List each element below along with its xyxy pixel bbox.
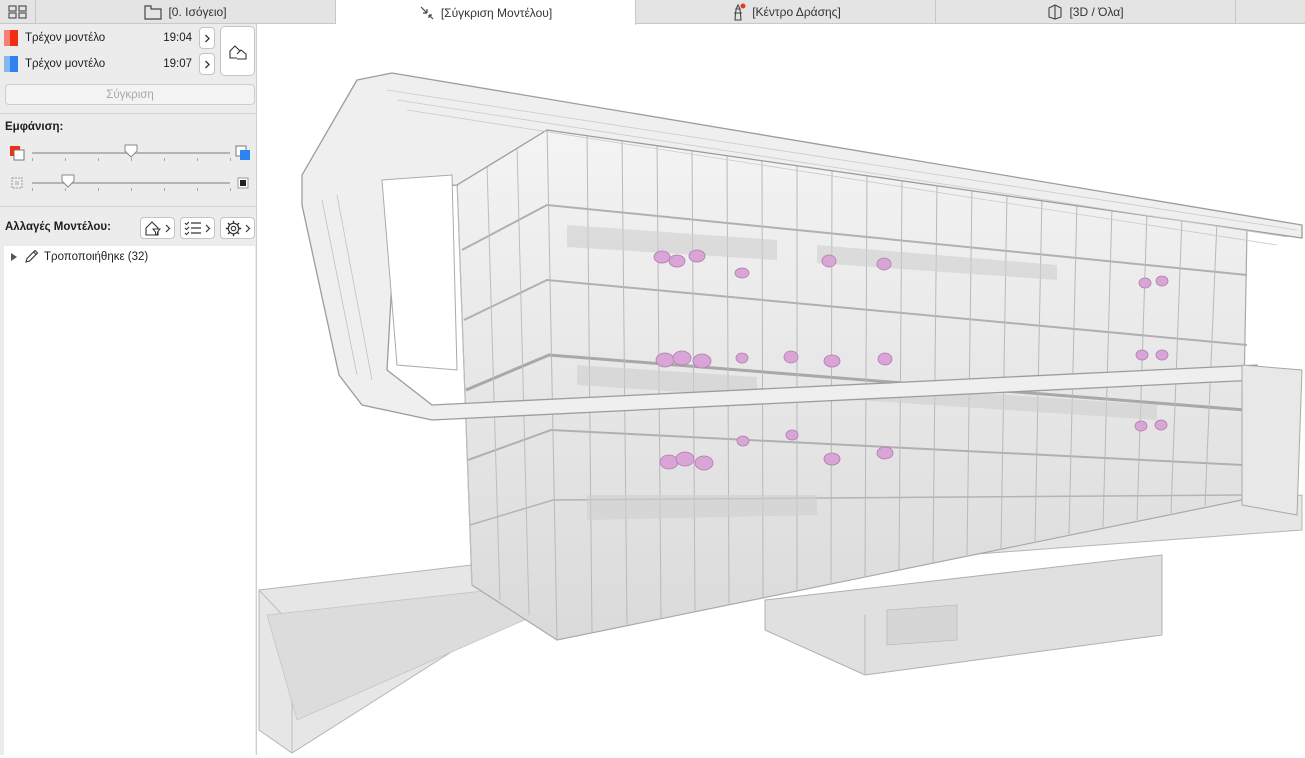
- divider: [0, 206, 257, 207]
- funnel-house-icon: [145, 221, 162, 236]
- building-model-render: [258, 72, 1303, 754]
- slider-tick: [131, 158, 132, 161]
- tab-floor-plan[interactable]: [0. Ισόγειο]: [36, 0, 336, 24]
- slider-tick: [98, 188, 99, 191]
- swap-houses-icon: [228, 45, 247, 60]
- color-mix-slider[interactable]: [9, 144, 253, 164]
- slider-tick: [230, 188, 231, 191]
- change-list-button[interactable]: [180, 217, 215, 239]
- slider-tick: [131, 188, 132, 191]
- model-color-swatch: [4, 30, 18, 46]
- chevron-right-icon: [205, 224, 211, 232]
- model-time: 19:07: [163, 58, 192, 70]
- tab-label: [0. Ισόγειο]: [168, 5, 227, 19]
- display-label: Εμφάνιση:: [5, 121, 64, 133]
- checklist-icon: [184, 221, 201, 236]
- tab-bar: [0. Ισόγειο] [Σύγκριση Μοντέλου] [Κέντρο…: [0, 0, 1305, 25]
- model-row-current: Τρέχον μοντέλο 19:07: [4, 53, 218, 75]
- model-row-previous: Τρέχον μοντέλο 19:04: [4, 27, 218, 49]
- transparent-square-icon: [11, 177, 23, 189]
- model-name: Τρέχον μοντέλο: [25, 32, 106, 44]
- select-model-button[interactable]: [199, 53, 215, 75]
- chevron-right-icon: [165, 224, 171, 232]
- pencil-icon: [25, 249, 39, 263]
- swatch-dark: [10, 30, 18, 46]
- swap-models-button[interactable]: [220, 26, 255, 76]
- slider-tick: [197, 188, 198, 191]
- opacity-slider[interactable]: [9, 174, 253, 194]
- floor-plan-icon: [144, 5, 163, 20]
- tab-label: [Κέντρο Δράσης]: [752, 5, 841, 19]
- disclosure-triangle-icon[interactable]: [10, 252, 18, 262]
- 3d-viewport[interactable]: [257, 25, 1305, 755]
- filter-elements-button[interactable]: [140, 217, 175, 239]
- slider-tick: [65, 158, 66, 161]
- slider-tick: [32, 188, 33, 191]
- model-compare-panel: Τρέχον μοντέλο 19:04 Τρέχον μοντέλο 19:0…: [0, 24, 257, 755]
- model-name: Τρέχον μοντέλο: [25, 58, 106, 70]
- compare-button[interactable]: Σύγκριση: [5, 84, 255, 105]
- slider-tick: [65, 188, 66, 191]
- tree-item-modified[interactable]: Τροποποιήθηκε (32): [10, 249, 148, 265]
- chevron-right-icon: [204, 34, 210, 42]
- slider-tick: [164, 158, 165, 161]
- slider-tick: [230, 158, 231, 161]
- tab-label: [3D / Όλα]: [1069, 5, 1124, 19]
- model-color-swatch: [4, 56, 18, 72]
- tab-3d-all[interactable]: [3D / Όλα]: [936, 0, 1236, 24]
- 3d-box-icon: [1048, 4, 1063, 20]
- slider-tick: [164, 188, 165, 191]
- tab-label: [Σύγκριση Μοντέλου]: [440, 5, 553, 20]
- tab-model-compare[interactable]: [Σύγκριση Μοντέλου]: [336, 0, 636, 25]
- model-time: 19:04: [163, 32, 192, 44]
- select-model-button[interactable]: [199, 27, 215, 49]
- chevron-right-icon: [204, 60, 210, 68]
- compare-settings-button[interactable]: [220, 217, 255, 239]
- changes-tree: Τροποποιήθηκε (32): [4, 246, 255, 755]
- grid-icon: [7, 5, 27, 19]
- slider-tick: [197, 158, 198, 161]
- blue-overlap-icon: [235, 145, 250, 160]
- tree-item-label: Τροποποιήθηκε (32): [44, 251, 149, 263]
- compare-arrows-icon: [420, 6, 434, 19]
- view-grid-button[interactable]: [0, 0, 36, 24]
- divider: [0, 113, 257, 114]
- slider-tick: [98, 158, 99, 161]
- red-overlap-icon: [10, 146, 25, 161]
- gear-icon: [225, 220, 241, 236]
- slider-thumb[interactable]: [124, 144, 138, 158]
- slider-tick: [32, 158, 33, 161]
- model-changes-label: Αλλαγές Μοντέλου:: [5, 221, 111, 233]
- tab-action-center[interactable]: [Κέντρο Δράσης]: [636, 0, 936, 24]
- chevron-right-icon: [245, 224, 250, 232]
- slider-thumb[interactable]: [61, 174, 75, 188]
- swatch-dark: [10, 56, 18, 72]
- lighthouse-icon: [734, 3, 746, 21]
- opaque-square-icon: [237, 177, 249, 189]
